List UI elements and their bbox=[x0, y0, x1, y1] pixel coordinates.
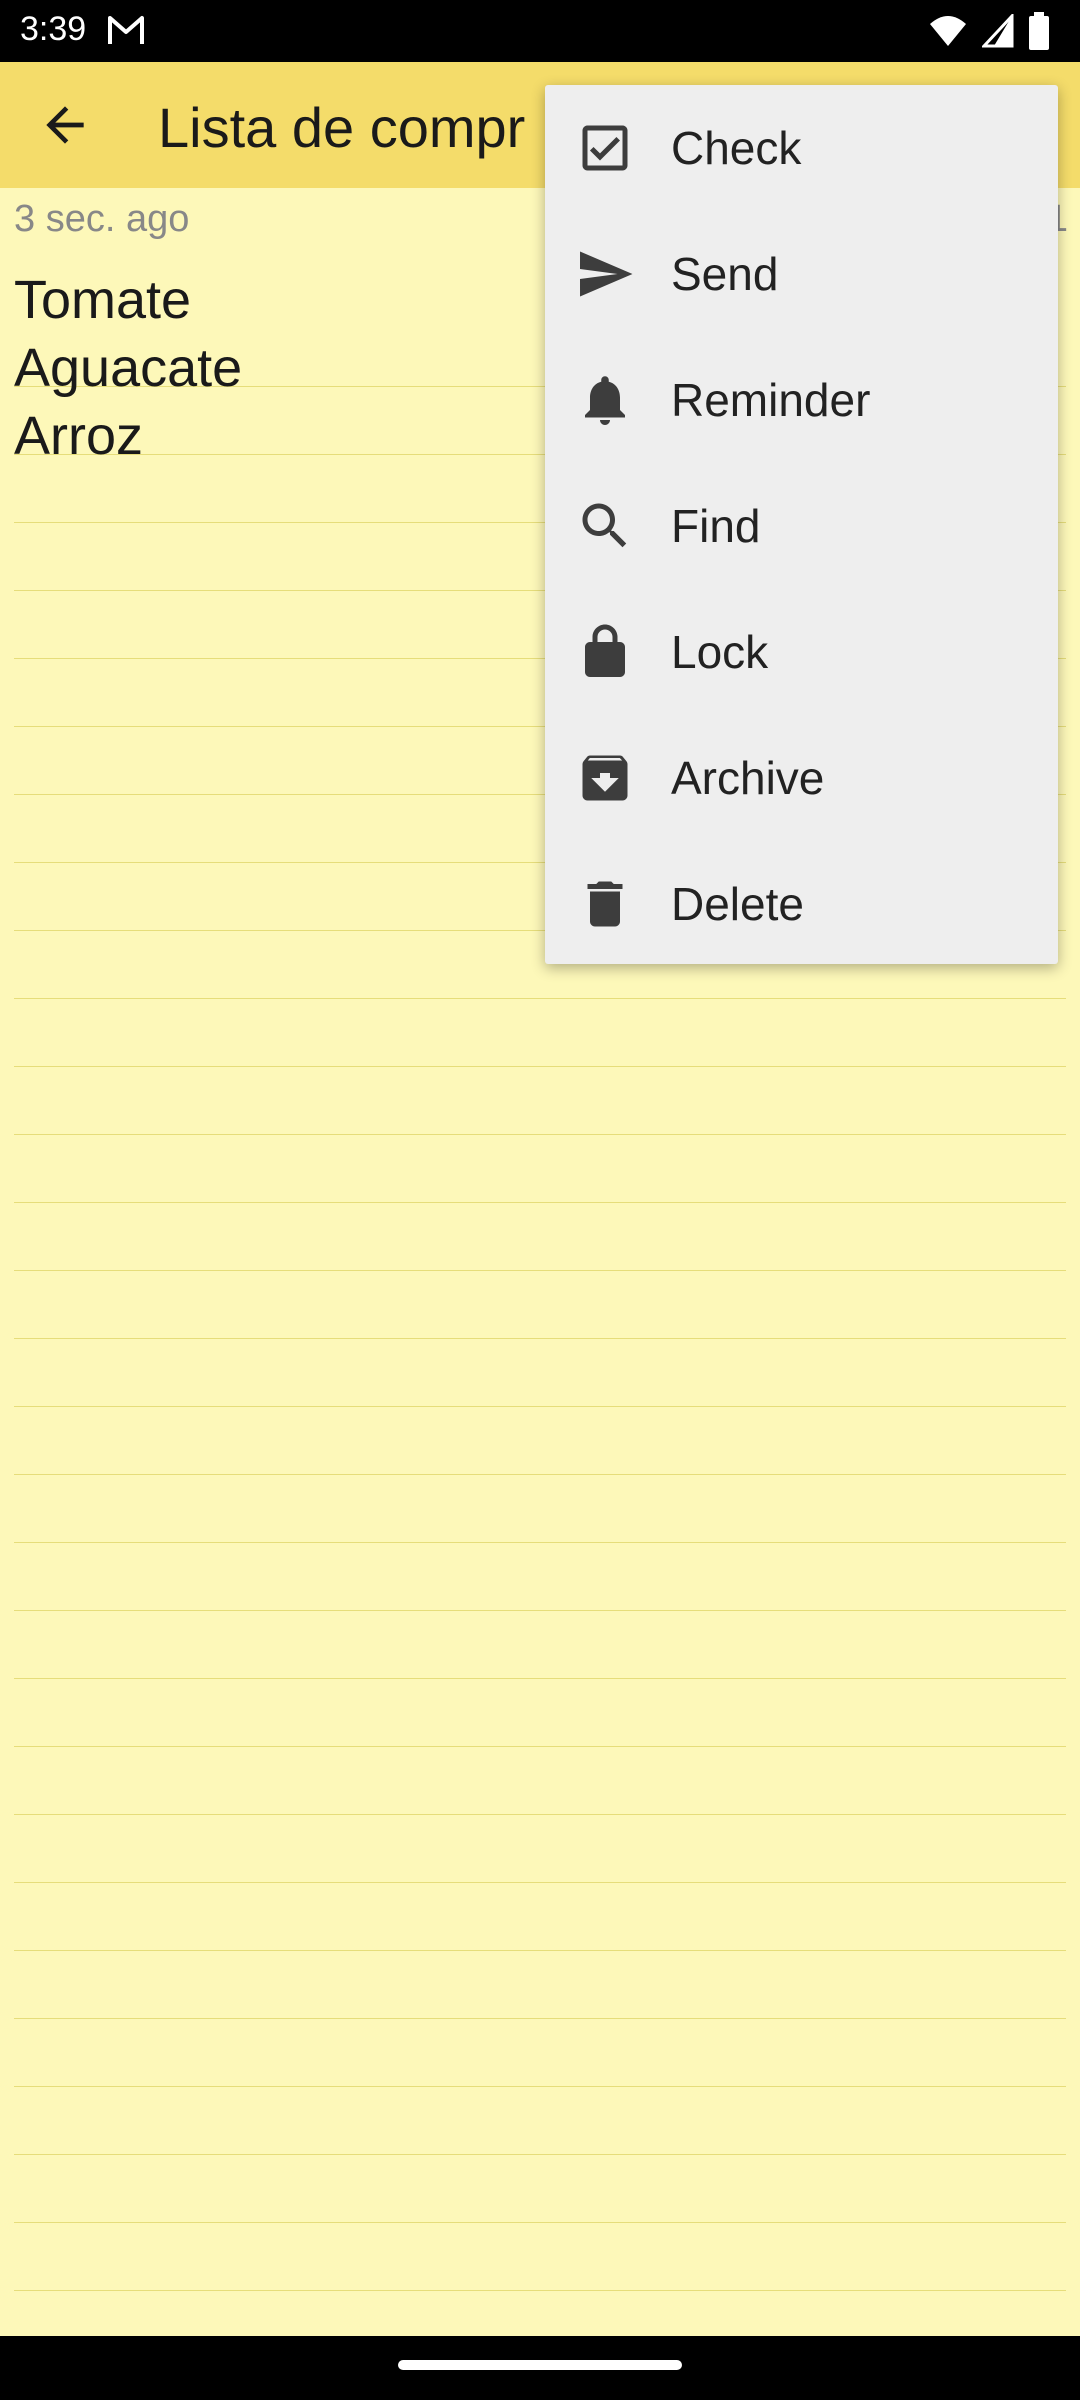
wifi-icon bbox=[930, 16, 966, 46]
page-title: Lista de compr bbox=[158, 96, 526, 159]
note-body[interactable]: Tomate Aguacate Arroz bbox=[14, 266, 242, 470]
menu-item-label: Check bbox=[671, 122, 802, 174]
menu-item-label: Send bbox=[671, 248, 779, 300]
menu-item-label: Delete bbox=[671, 878, 804, 930]
menu-item-label: Find bbox=[671, 500, 761, 552]
menu-item-check[interactable]: Check bbox=[545, 85, 1058, 211]
home-gesture-handle[interactable] bbox=[398, 2360, 682, 2370]
note-line[interactable]: Aguacate bbox=[14, 334, 242, 402]
lock-icon bbox=[585, 624, 625, 677]
note-line[interactable]: Arroz bbox=[14, 402, 242, 470]
menu-item-label: Reminder bbox=[671, 374, 871, 426]
menu-item-reminder[interactable]: Reminder bbox=[545, 337, 1058, 463]
trash-icon bbox=[587, 881, 623, 927]
navigation-bar bbox=[0, 2336, 1080, 2400]
archive-icon bbox=[582, 755, 628, 801]
gmail-notification-icon bbox=[108, 16, 144, 44]
send-icon bbox=[580, 251, 633, 297]
battery-icon bbox=[1029, 12, 1049, 50]
arrow-back-icon bbox=[46, 106, 84, 144]
status-bar: 3:39 bbox=[0, 0, 1080, 62]
menu-item-lock[interactable]: Lock bbox=[545, 589, 1058, 715]
back-button[interactable] bbox=[30, 90, 100, 160]
menu-item-find[interactable]: Find bbox=[545, 463, 1058, 589]
menu-item-label: Archive bbox=[671, 752, 825, 804]
overflow-menu: Check Send Reminder Find Lock Archive De… bbox=[545, 85, 1058, 964]
menu-item-label: Lock bbox=[671, 626, 769, 678]
menu-item-send[interactable]: Send bbox=[545, 211, 1058, 337]
status-time: 3:39 bbox=[20, 10, 87, 48]
note-line[interactable]: Tomate bbox=[14, 266, 242, 334]
cell-signal-icon bbox=[982, 14, 1014, 48]
checkbox-icon bbox=[582, 125, 628, 171]
search-icon bbox=[582, 503, 627, 548]
menu-item-archive[interactable]: Archive bbox=[545, 715, 1058, 841]
edited-timestamp: 3 sec. ago bbox=[14, 198, 190, 240]
bell-icon bbox=[585, 376, 625, 425]
menu-item-delete[interactable]: Delete bbox=[545, 841, 1058, 967]
